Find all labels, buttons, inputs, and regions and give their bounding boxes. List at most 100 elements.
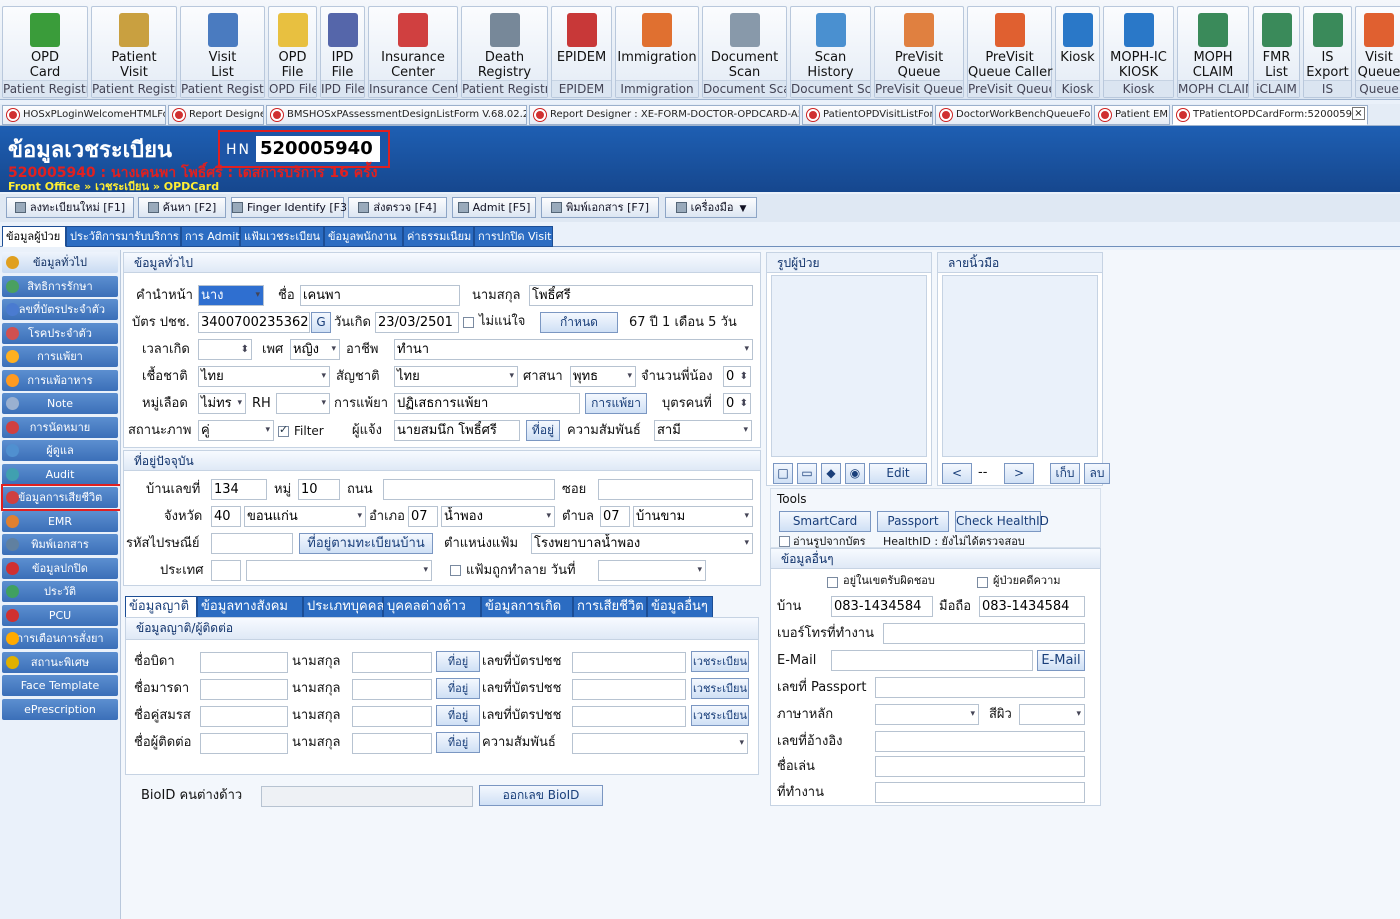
province-code-field[interactable]: 40 — [211, 506, 241, 527]
filter-checkbox[interactable] — [278, 423, 289, 437]
detail-tab[interactable]: ข้อมูลอื่นๆ — [647, 596, 713, 618]
dob-field[interactable]: 23/03/2501 — [375, 312, 459, 333]
legal-case-checkbox[interactable] — [977, 577, 988, 588]
sex-select[interactable]: หญิง — [290, 339, 340, 360]
sidebar-item[interactable]: ข้อมูลทั่วไป — [2, 252, 118, 273]
relative-name-field[interactable] — [200, 706, 288, 727]
file-destroyed-checkbox[interactable] — [450, 565, 461, 576]
ribbon-button-file-cabinet[interactable]: IPD File IPD File — [320, 6, 365, 98]
content-tab[interactable]: ค่าธรรมเนียม — [403, 226, 474, 247]
sidebar-item[interactable]: สถานะพิเศษ — [2, 651, 118, 673]
toolbar-button[interactable]: ค้นหา [F2] — [138, 197, 226, 218]
hn-input[interactable]: 520005940 — [256, 136, 380, 162]
ribbon-button-claim[interactable]: MOPH CLAIM MOPH CLAIM — [1177, 6, 1249, 98]
ribbon-button-folder[interactable]: OPD File OPD File — [268, 6, 317, 98]
bioid-field[interactable] — [261, 786, 473, 807]
toolbar-button[interactable]: ส่งตรวจ [F4] — [348, 197, 447, 218]
passport-button[interactable]: Passport — [877, 511, 949, 532]
registered-address-button[interactable]: ที่อยู่ตามทะเบียนบ้าน — [299, 533, 433, 554]
cid-field[interactable]: 3400700235362 — [198, 312, 310, 333]
document-tab[interactable]: Report Designer — [168, 105, 264, 125]
unsure-checkbox[interactable] — [463, 317, 474, 328]
document-tab[interactable]: TPatientOPDCardForm:520005940 — [1172, 105, 1368, 125]
relative-surname-field[interactable] — [352, 679, 432, 700]
language-select[interactable] — [875, 704, 979, 725]
allergy-field[interactable]: ปฏิเสธการแพ้ยา — [394, 393, 580, 414]
ribbon-button-kiosk[interactable]: Kiosk Kiosk — [1055, 6, 1100, 98]
informant-field[interactable]: นายสมนึก โพธิ์ศรี — [394, 420, 520, 441]
ribbon-button-visit-list[interactable]: VisitListPatient Registry — [180, 6, 265, 98]
child-order-field[interactable]: 0 — [723, 393, 751, 414]
relative-registry-button[interactable]: เวชระเบียน — [691, 651, 749, 672]
ribbon-button-insurance[interactable]: InsuranceCenterInsurance Center — [368, 6, 458, 98]
next-finger-button[interactable]: > — [1004, 463, 1034, 484]
informant-address-button[interactable]: ที่อยู่ — [526, 420, 560, 441]
file-location-select[interactable]: โรงพยาบาลน้ำพอง — [531, 533, 753, 554]
assign-age-button[interactable]: กำหนด — [540, 312, 618, 333]
sidebar-item[interactable]: การแพ้ยา — [2, 346, 118, 367]
document-tab[interactable]: Report Designer : XE-FORM-DOCTOR-OPDCARD… — [529, 105, 800, 125]
sidebar-item[interactable]: การเตือนการสั่งยา — [2, 628, 118, 649]
tambon-select[interactable]: บ้านขาม — [633, 506, 753, 527]
ribbon-button-fmr-list[interactable]: FMR List iCLAIM — [1253, 6, 1300, 98]
road-field[interactable] — [383, 479, 555, 500]
toolbar-button[interactable]: Admit [F5] — [452, 197, 536, 218]
house-no-field[interactable]: 134 — [211, 479, 267, 500]
email-button[interactable]: E-Mail — [1037, 650, 1085, 671]
ribbon-button-queue[interactable]: PreVisit Queue PreVisit Queue — [874, 6, 964, 98]
sidebar-item[interactable]: การแพ้อาหาร — [2, 369, 118, 391]
ribbon-button-patient-visit[interactable]: PatientVisitPatient Registry — [91, 6, 177, 98]
cid-g-button[interactable]: G — [311, 312, 331, 333]
relative-address-button[interactable]: ที่อยู่ — [436, 678, 480, 699]
content-tab[interactable]: ข้อมูลผู้ป่วย — [2, 226, 66, 247]
diamond-icon[interactable]: ◆ — [821, 463, 841, 484]
prefix-select[interactable]: นาง — [198, 285, 264, 306]
email-field[interactable] — [831, 650, 1033, 671]
file-destroyed-date[interactable] — [598, 560, 706, 581]
siblings-field[interactable]: 0 — [723, 366, 751, 387]
birthtime-field[interactable] — [198, 339, 252, 360]
sidebar-item[interactable]: EMR — [2, 510, 118, 532]
toolbar-button[interactable]: เครื่องมือ ▼ — [665, 197, 757, 218]
delete-finger-button[interactable]: ลบ — [1084, 463, 1110, 484]
close-tab-icon[interactable]: × — [1352, 107, 1365, 120]
race-select[interactable]: ไทย — [198, 366, 330, 387]
relative-cid-field[interactable] — [572, 706, 686, 727]
amphur-select[interactable]: น้ำพอง — [441, 506, 555, 527]
content-tab[interactable]: การ Admit — [181, 226, 240, 247]
toolbar-button[interactable]: Finger Identify [F3] — [231, 197, 351, 218]
content-tab[interactable]: ข้อมูลพนักงาน — [324, 226, 403, 247]
document-tab[interactable]: Patient EMR — [1094, 105, 1170, 125]
sidebar-item[interactable]: โรคประจำตัว — [2, 322, 118, 344]
surname-field[interactable]: โพธิ์ศรี — [529, 285, 753, 306]
sidebar-item[interactable]: ePrescription — [2, 698, 118, 720]
document-tab[interactable]: BMSHOSxPAssessmentDesignListForm V.68.02… — [266, 105, 527, 125]
ribbon-button-scanner[interactable]: DocumentScanDocument Scan — [702, 6, 787, 98]
document-tab[interactable]: HOSxPLoginWelcomeHTMLForm — [2, 105, 166, 125]
detail-tab[interactable]: บุคคลต่างด้าว — [383, 596, 481, 618]
country-code-field[interactable] — [211, 560, 241, 581]
sidebar-item[interactable]: การนัดหมาย — [2, 416, 118, 438]
detail-tab[interactable]: ข้อมูลการเกิด — [481, 596, 573, 618]
new-photo-icon[interactable]: □ — [773, 463, 793, 484]
sidebar-item[interactable]: PCU — [2, 604, 118, 626]
detail-tab[interactable]: ข้อมูลทางสังคม — [197, 596, 303, 618]
toolbar-button[interactable]: ลงทะเบียนใหม่ [F1] — [6, 197, 134, 218]
document-tab[interactable]: DoctorWorkBenchQueueForm — [935, 105, 1092, 125]
relative-name-field[interactable] — [200, 679, 288, 700]
ribbon-button-shield-virus[interactable]: EPIDEM EPIDEM — [551, 6, 612, 98]
marital-select[interactable]: คู่ — [198, 420, 274, 441]
ribbon-button-officer[interactable]: Immigration Immigration — [615, 6, 699, 98]
sidebar-item[interactable]: ข้อมูลปกปิด — [2, 557, 118, 579]
sidebar-item[interactable]: Note — [2, 393, 118, 414]
relative-name-field[interactable] — [200, 733, 288, 754]
relative-registry-button[interactable]: เวชระเบียน — [691, 678, 749, 699]
content-tab[interactable]: ประวัติการมารับบริการ — [66, 226, 181, 247]
province-select[interactable]: ขอนแก่น — [244, 506, 366, 527]
tambon-code-field[interactable]: 07 — [600, 506, 630, 527]
camera-icon[interactable]: ◉ — [845, 463, 865, 484]
content-tab[interactable]: การปกปิด Visit — [474, 226, 553, 247]
passport-field[interactable] — [875, 677, 1085, 698]
sidebar-item[interactable]: Face Template — [2, 675, 118, 696]
relative-address-button[interactable]: ที่อยู่ — [436, 732, 480, 753]
